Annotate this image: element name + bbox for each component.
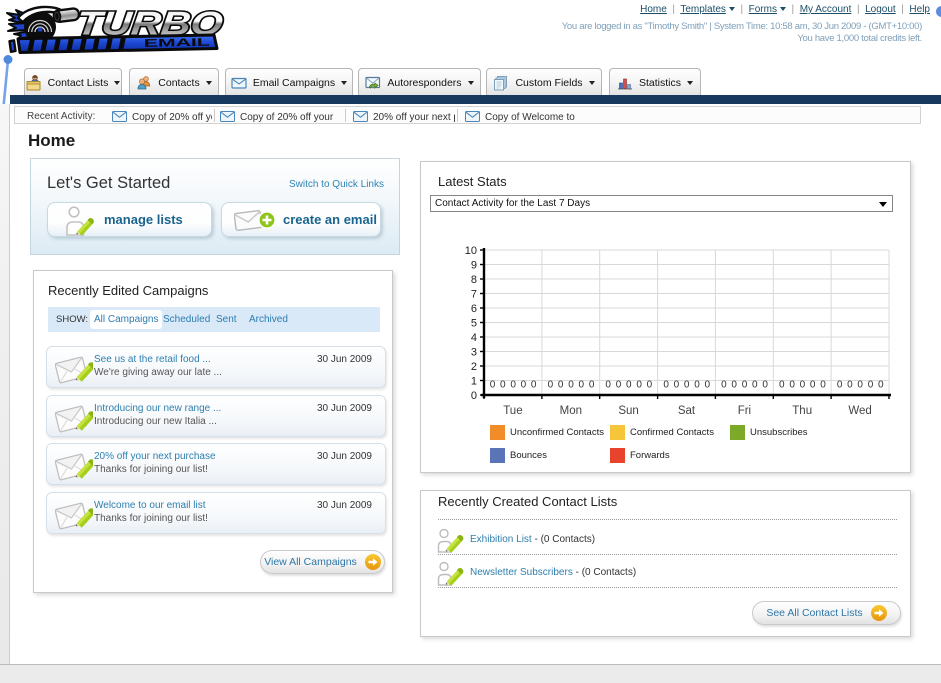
- svg-text:8: 8: [471, 274, 477, 286]
- svg-text:0: 0: [837, 380, 843, 391]
- svg-text:0: 0: [471, 390, 477, 402]
- svg-text:4: 4: [471, 332, 477, 344]
- svg-text:0: 0: [731, 380, 737, 391]
- svg-text:Sun: Sun: [618, 405, 638, 417]
- svg-text:0: 0: [568, 380, 574, 391]
- svg-text:EMAIL: EMAIL: [144, 37, 211, 50]
- svg-text:0: 0: [684, 380, 690, 391]
- svg-text:0: 0: [694, 380, 700, 391]
- svg-text:2: 2: [471, 361, 477, 373]
- svg-text:0: 0: [800, 380, 806, 391]
- svg-text:5: 5: [471, 318, 477, 330]
- svg-text:6: 6: [471, 303, 477, 315]
- svg-text:0: 0: [490, 380, 496, 391]
- svg-text:0: 0: [616, 380, 622, 391]
- svg-text:0: 0: [531, 380, 537, 391]
- svg-text:0: 0: [721, 380, 727, 391]
- svg-text:10: 10: [465, 245, 477, 257]
- svg-text:0: 0: [868, 380, 874, 391]
- svg-text:0: 0: [779, 380, 785, 391]
- svg-text:0: 0: [626, 380, 632, 391]
- svg-text:0: 0: [521, 380, 527, 391]
- svg-text:Fri: Fri: [738, 405, 751, 417]
- svg-text:0: 0: [847, 380, 853, 391]
- svg-text:0: 0: [878, 380, 884, 391]
- svg-text:0: 0: [820, 380, 826, 391]
- svg-text:0: 0: [548, 380, 554, 391]
- svg-text:0: 0: [857, 380, 863, 391]
- svg-text:3: 3: [471, 347, 477, 359]
- svg-text:0: 0: [558, 380, 564, 391]
- svg-text:0: 0: [674, 380, 680, 391]
- svg-text:0: 0: [579, 380, 585, 391]
- svg-text:0: 0: [589, 380, 595, 391]
- svg-text:Wed: Wed: [848, 405, 871, 417]
- svg-text:0: 0: [605, 380, 611, 391]
- svg-text:0: 0: [752, 380, 758, 391]
- svg-text:0: 0: [500, 380, 506, 391]
- svg-text:Sat: Sat: [678, 405, 696, 417]
- svg-text:0: 0: [636, 380, 642, 391]
- svg-text:0: 0: [705, 380, 711, 391]
- svg-text:0: 0: [510, 380, 516, 391]
- svg-text:0: 0: [810, 380, 816, 391]
- svg-text:1: 1: [471, 376, 477, 388]
- svg-text:Thu: Thu: [792, 405, 812, 417]
- svg-text:9: 9: [471, 260, 477, 272]
- svg-text:0: 0: [647, 380, 653, 391]
- svg-text:Mon: Mon: [560, 405, 582, 417]
- svg-text:0: 0: [762, 380, 768, 391]
- svg-text:7: 7: [471, 289, 477, 301]
- svg-text:0: 0: [742, 380, 748, 391]
- svg-text:0: 0: [663, 380, 669, 391]
- svg-text:0: 0: [789, 380, 795, 391]
- svg-text:Tue: Tue: [503, 405, 522, 417]
